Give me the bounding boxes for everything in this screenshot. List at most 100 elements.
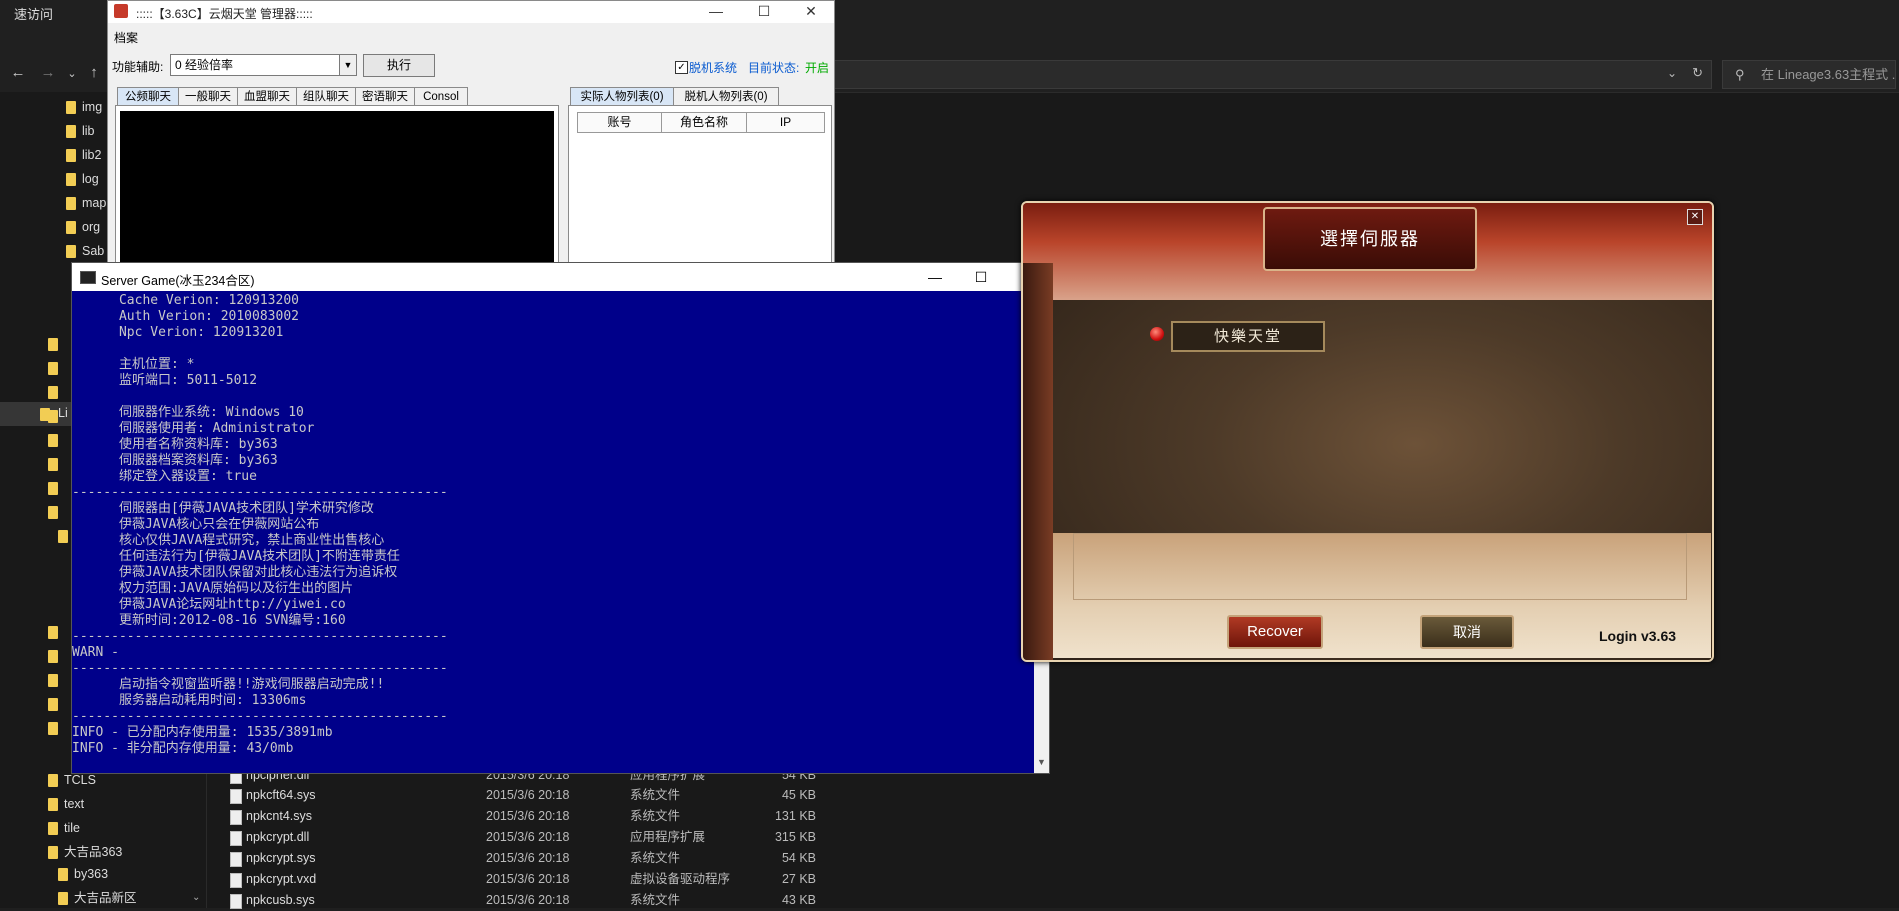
search-box[interactable]: ⚲ 在 Lineage3.63主程式 ... xyxy=(1722,60,1896,89)
server-status-indicator-icon xyxy=(1150,327,1164,341)
console-line: WARN - xyxy=(72,645,119,660)
back-arrow-icon[interactable]: ← xyxy=(8,64,28,81)
recent-locations-chevron-icon[interactable]: ⌄ xyxy=(62,67,82,80)
refresh-icon[interactable]: ↻ xyxy=(1692,65,1703,81)
server-select-button[interactable]: 快樂天堂 xyxy=(1171,321,1325,352)
tab-clan-chat[interactable]: 血盟聊天 xyxy=(237,87,297,106)
dropdown-arrow-icon[interactable]: ▼ xyxy=(339,55,356,75)
file-row[interactable]: npkcnt4.sys 2015/3/6 20:18 系统文件 131 KB xyxy=(230,806,850,827)
execute-button[interactable]: 执行 xyxy=(363,54,435,77)
tree-item-label: lib2 xyxy=(82,148,102,162)
manager-titlebar[interactable]: :::::【3.63C】云烟天堂 管理器::::: — ☐ ✕ xyxy=(108,1,834,23)
tree-item-log[interactable]: log xyxy=(66,169,99,189)
maximize-icon[interactable]: ☐ xyxy=(741,1,787,23)
file-size: 315 KB xyxy=(774,830,816,844)
console-line: 伊薇JAVA论坛网址http://yiwei.co xyxy=(72,597,346,612)
console-line: 伊薇JAVA技术团队保留对此核心违法行为追诉权 xyxy=(72,565,398,580)
forward-arrow-icon[interactable]: → xyxy=(38,64,58,81)
tab-online-characters[interactable]: 实际人物列表(0) xyxy=(570,87,674,106)
file-size: 131 KB xyxy=(774,809,816,823)
up-arrow-icon[interactable]: ↑ xyxy=(84,64,104,81)
maximize-icon[interactable]: ☐ xyxy=(958,263,1004,291)
tree-item-sab[interactable]: Sab xyxy=(66,241,104,261)
folder-icon xyxy=(48,774,58,788)
tree-item-daji-new[interactable]: 大吉品新区 xyxy=(58,888,137,908)
tree-item-label: img xyxy=(82,100,103,114)
function-select[interactable]: 0 经验倍率 ▼ xyxy=(170,54,357,76)
address-bar[interactable]: ⌄ ↻ xyxy=(832,60,1712,89)
login-title-plate: 選擇伺服器 xyxy=(1263,207,1477,271)
function-select-value: 0 经验倍率 xyxy=(175,58,234,72)
console-line: Npc Verion: 120913201 xyxy=(72,325,284,340)
file-type: 虚拟设备驱动程序 xyxy=(630,872,731,886)
console-line: 任何违法行为[伊薇JAVA技术团队]不附连带责任 xyxy=(72,549,400,564)
tab-public-chat[interactable]: 公频聊天 xyxy=(117,87,179,106)
tree-item-map[interactable]: map xyxy=(66,193,106,213)
console-line: 伺服器作业系统: Windows 10 xyxy=(72,405,304,420)
recover-button[interactable]: Recover xyxy=(1227,615,1323,649)
folder-icon xyxy=(48,650,58,663)
tree-item-label: 大吉品363 xyxy=(64,845,123,859)
file-date: 2015/3/6 20:18 xyxy=(486,830,570,844)
console-line: ----------------------------------------… xyxy=(72,629,448,644)
close-icon[interactable]: ✕ xyxy=(1687,209,1703,225)
column-account[interactable]: 账号 xyxy=(578,113,662,132)
tab-party-chat[interactable]: 组队聊天 xyxy=(296,87,356,106)
minimize-icon[interactable]: — xyxy=(693,1,739,23)
folder-icon xyxy=(66,197,76,211)
status-label: 目前状态: xyxy=(748,61,800,75)
chat-log-area[interactable] xyxy=(120,111,554,266)
tab-console[interactable]: Consol xyxy=(414,87,468,106)
folder-icon xyxy=(48,722,58,735)
tree-item-label: 大吉品新区 xyxy=(74,891,137,905)
tree-item-org[interactable]: org xyxy=(66,217,100,237)
tree-item-tile[interactable]: tile xyxy=(48,818,80,838)
address-dropdown-chevron-icon[interactable]: ⌄ xyxy=(1667,66,1677,80)
file-type: 系统文件 xyxy=(630,809,681,823)
tab-whisper-chat[interactable]: 密语聊天 xyxy=(355,87,415,106)
tree-item-daji363[interactable]: 大吉品363 xyxy=(48,842,122,862)
folder-icon xyxy=(48,798,58,812)
column-character-name[interactable]: 角色名称 xyxy=(662,113,747,132)
cancel-button[interactable]: 取消 xyxy=(1420,615,1514,649)
console-app-icon xyxy=(80,271,96,284)
tree-item-label: lib xyxy=(82,124,95,138)
manager-menubar: 档案 xyxy=(108,25,834,45)
file-icon xyxy=(230,810,242,825)
console-titlebar[interactable]: Server Game(冰玉234合区) — ☐ ✕ xyxy=(72,263,1049,291)
tree-item-label: tile xyxy=(64,821,80,835)
console-output[interactable]: Cache Verion: 120913200 Auth Verion: 201… xyxy=(72,291,1032,773)
file-size: 27 KB xyxy=(781,872,816,886)
file-row[interactable]: npkcrypt.vxd 2015/3/6 20:18 虚拟设备驱动程序 27 … xyxy=(230,869,850,890)
tab-offline-characters[interactable]: 脱机人物列表(0) xyxy=(673,87,779,106)
tree-item-label: TCLS xyxy=(64,773,96,787)
console-line: 伺服器使用者: Administrator xyxy=(72,421,315,436)
quick-access-label[interactable]: 速访问 xyxy=(14,4,53,23)
tree-item-lib2[interactable]: lib2 xyxy=(66,145,101,165)
tab-normal-chat[interactable]: 一般聊天 xyxy=(178,87,238,106)
tree-item-lib[interactable]: lib xyxy=(66,121,95,141)
tree-item-img[interactable]: img xyxy=(66,97,102,117)
chat-panel xyxy=(115,105,559,267)
scroll-down-arrow-icon[interactable]: ▼ xyxy=(1034,757,1049,771)
console-line: 监听端口: 5011-5012 xyxy=(72,373,258,388)
tree-item-text[interactable]: text xyxy=(48,794,84,814)
file-date: 2015/3/6 20:18 xyxy=(486,851,570,865)
file-row[interactable]: npkcrypt.sys 2015/3/6 20:18 系统文件 54 KB xyxy=(230,848,850,869)
column-ip[interactable]: IP xyxy=(747,113,824,132)
console-line: ----------------------------------------… xyxy=(72,661,448,676)
console-line: ----------------------------------------… xyxy=(72,485,448,500)
file-icon xyxy=(230,831,242,846)
close-icon[interactable]: ✕ xyxy=(788,1,834,23)
tree-scroll-down-icon[interactable]: ⌄ xyxy=(192,892,200,903)
tree-item-by363[interactable]: by363 xyxy=(58,864,108,884)
file-row[interactable]: npkcrypt.dll 2015/3/6 20:18 应用程序扩展 315 K… xyxy=(230,827,850,848)
menu-file[interactable]: 档案 xyxy=(114,29,138,46)
console-line: ----------------------------------------… xyxy=(72,709,448,724)
file-size: 45 KB xyxy=(781,788,816,802)
minimize-icon[interactable]: — xyxy=(912,263,958,291)
character-list-panel: 账号 角色名称 IP xyxy=(568,105,832,267)
folder-icon xyxy=(66,245,76,259)
file-row[interactable]: npkcft64.sys 2015/3/6 20:18 系统文件 45 KB xyxy=(230,785,850,806)
offline-system-checkbox[interactable]: ✓ xyxy=(675,61,688,74)
